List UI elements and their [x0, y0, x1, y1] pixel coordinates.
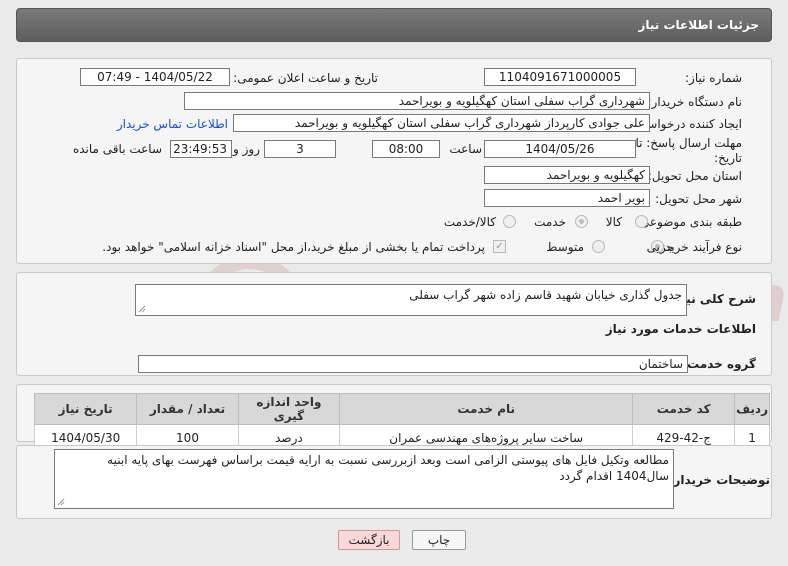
buyer-notes-textarea: مطالعه وتکیل فایل های پیوستی الزامی است …	[54, 449, 674, 509]
payment-treasury-note: پرداخت تمام یا بخشی از مبلغ خرید،از محل …	[102, 240, 485, 254]
service-group-label: گروه خدمت:	[682, 357, 756, 371]
requester-field: علی جوادی کارپرداز شهرداری گراب سفلی است…	[233, 114, 650, 132]
need-number-label: شماره نیاز:	[685, 71, 742, 85]
back-button[interactable]: بازگشت	[338, 530, 400, 550]
category-radio-goods-service[interactable]	[503, 215, 516, 228]
days-remaining-field: 3	[264, 140, 336, 158]
buyer-org-label: نام دستگاه خریدار:	[647, 95, 743, 109]
summary-textarea: جدول گذاری خیابان شهید قاسم زاده شهر گرا…	[135, 284, 687, 316]
process-option-minor: جزیی	[646, 240, 674, 254]
remaining-time-field: 23:49:53	[170, 140, 232, 158]
col-name: نام خدمت	[339, 393, 634, 425]
announce-datetime-label: تاریخ و ساعت اعلان عمومی:	[233, 71, 378, 85]
province-field: کهگیلویه و بویراحمد	[484, 166, 650, 184]
col-date: تاریخ نیاز	[33, 393, 138, 425]
deadline-time-label: ساعت	[449, 142, 482, 156]
col-row: ردیف	[734, 393, 770, 425]
need-number-field: 1104091671000005	[484, 68, 636, 86]
col-unit: واحد اندازه گیری	[237, 393, 341, 425]
deadline-label: مهلت ارسال پاسخ: تا تاریخ:	[635, 136, 742, 166]
service-group-field: ساختمان	[138, 355, 688, 373]
buyer-org-field: شهرداری گراب سفلی استان کهگیلویه و بویرا…	[184, 92, 650, 110]
deadline-label-line-1: مهلت ارسال پاسخ: تا	[635, 136, 742, 150]
summary-text: جدول گذاری خیابان شهید قاسم زاده شهر گرا…	[409, 288, 682, 302]
process-option-medium: متوسط	[546, 240, 584, 254]
deadline-date-field: 1404/05/26	[484, 140, 636, 158]
col-qty: تعداد / مقدار	[136, 393, 239, 425]
days-label: روز و	[233, 142, 260, 156]
buyer-notes-text: مطالعه وتکیل فایل های پیوستی الزامی است …	[107, 453, 669, 483]
category-label: طبقه بندی موضوعی:	[635, 215, 742, 229]
resize-grip-icon	[138, 305, 146, 313]
col-code: کد خدمت	[632, 393, 736, 425]
services-heading: اطلاعات خدمات مورد نیاز	[605, 322, 756, 336]
payment-treasury-checkbox[interactable]: ✓	[493, 240, 506, 253]
deadline-time-field: 08:00	[372, 140, 440, 158]
page-title: جزئیات اطلاعات نیاز	[638, 18, 759, 32]
announce-datetime-field: 1404/05/22 - 07:49	[80, 68, 230, 86]
services-table: ردیف کد خدمت نام خدمت واحد اندازه گیری ت…	[33, 393, 770, 452]
print-button[interactable]: چاپ	[412, 530, 466, 550]
remaining-time-label: ساعت باقی مانده	[72, 142, 162, 156]
buyer-contact-link[interactable]: اطلاعات تماس خریدار	[117, 117, 228, 131]
category-radio-goods[interactable]	[635, 215, 648, 228]
city-label: شهر محل تحویل:	[655, 192, 742, 206]
category-option-service: خدمت	[534, 215, 566, 229]
table-header-row: ردیف کد خدمت نام خدمت واحد اندازه گیری ت…	[33, 393, 770, 425]
category-option-goods: کالا	[605, 215, 622, 229]
buyer-notes-label: توضیحات خریدار:	[668, 473, 770, 487]
city-field: بویر احمد	[484, 189, 650, 207]
resize-grip-icon	[57, 498, 65, 506]
process-radio-medium[interactable]	[592, 240, 605, 253]
province-label: استان محل تحویل:	[647, 169, 742, 183]
category-option-goods-service: کالا/خدمت	[443, 215, 496, 229]
category-radio-service[interactable]	[575, 215, 588, 228]
page-header: جزئیات اطلاعات نیاز	[16, 8, 772, 42]
deadline-label-line-2: تاریخ:	[714, 151, 742, 165]
